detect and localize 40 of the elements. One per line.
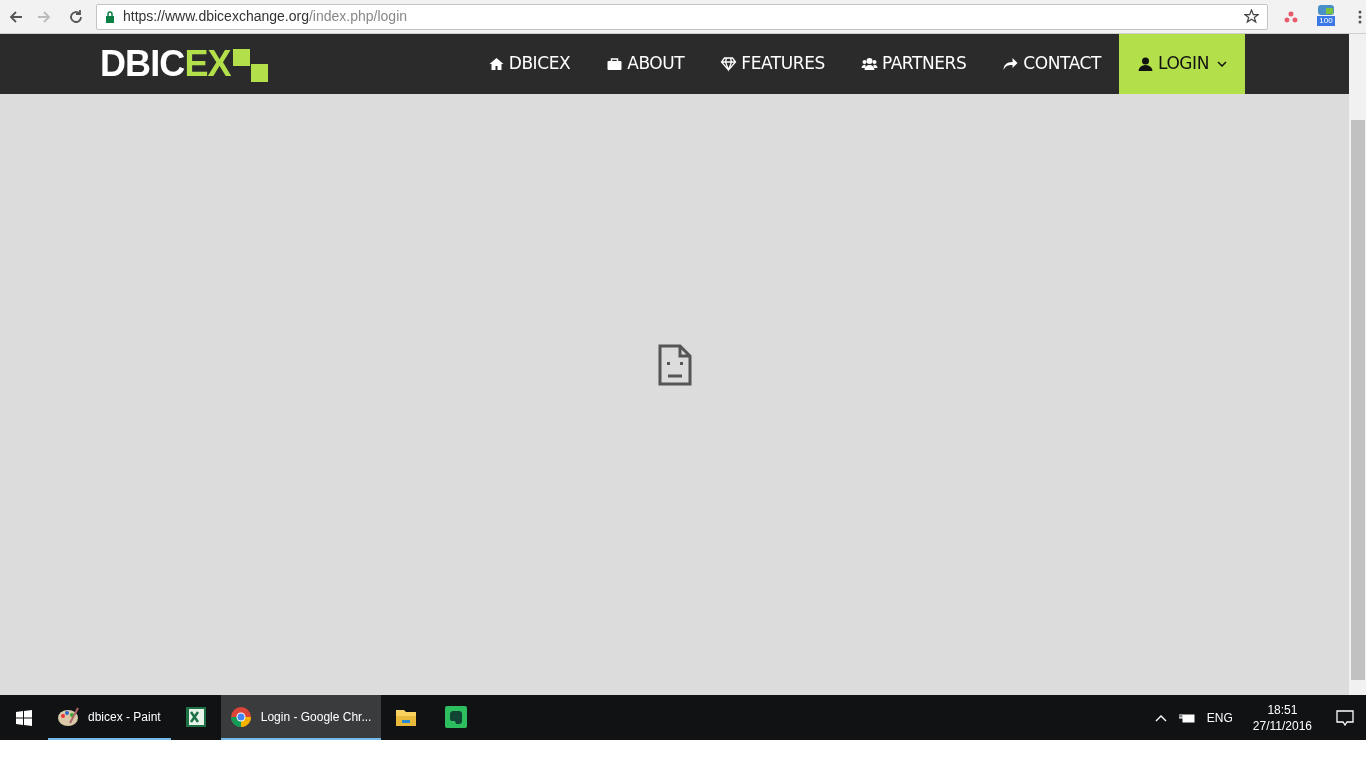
nav-link[interactable]: LOGIN (1118, 34, 1245, 94)
extension-badge: 100 (1317, 15, 1335, 26)
dots-extension-icon[interactable] (1284, 10, 1298, 23)
chevron-up-icon[interactable] (1154, 713, 1167, 722)
nav-link[interactable]: PARTNERS (842, 34, 985, 94)
extension-button[interactable]: 100 (1314, 3, 1338, 30)
taskbar-app[interactable]: Login - Google Chr... (220, 695, 382, 740)
broken-page-icon (657, 343, 692, 386)
logo-text-accent: EX (184, 46, 231, 82)
squares-logo-icon (230, 49, 268, 82)
notification-icon[interactable] (1336, 709, 1354, 726)
users-icon (860, 56, 878, 72)
reload-icon[interactable] (67, 8, 84, 25)
nav-link[interactable]: DBICEX (469, 34, 589, 94)
time-text: 18:51 (1267, 701, 1298, 718)
site-logo[interactable]: DBICEX (100, 46, 268, 82)
home-icon (487, 56, 505, 72)
lock-icon (104, 10, 115, 23)
spreadsheet-icon (183, 704, 208, 729)
address-bar[interactable]: https://www.dbicexchange.org/index.php/login (95, 3, 1269, 30)
language-indicator[interactable]: ENG (1206, 708, 1233, 727)
taskbar-app[interactable]: dbicex - Paint (48, 695, 171, 740)
windows-logo-icon (16, 709, 32, 726)
chrome-icon (228, 704, 253, 729)
nav-link[interactable]: FEATURES (702, 34, 843, 94)
nav-link[interactable]: CONTACT (984, 34, 1119, 94)
monitor-icon (1317, 3, 1335, 16)
briefcase-icon (606, 56, 624, 72)
star-icon[interactable] (1244, 9, 1260, 24)
menu-icon[interactable] (1358, 9, 1362, 24)
chevron-down-icon (1217, 61, 1227, 67)
url-text: https://www.dbicexchange.org/index.php/login (122, 7, 408, 26)
battery-icon[interactable] (1178, 712, 1195, 723)
logo-text: DBIC (100, 46, 185, 82)
diamond-icon (720, 56, 738, 72)
user-icon (1136, 56, 1154, 72)
clock[interactable]: 18:51 27/11/2016 (1240, 695, 1324, 740)
date-text: 27/11/2016 (1252, 717, 1312, 734)
scrollbar[interactable] (1349, 34, 1366, 695)
nav-link[interactable]: ABOUT (588, 34, 703, 94)
